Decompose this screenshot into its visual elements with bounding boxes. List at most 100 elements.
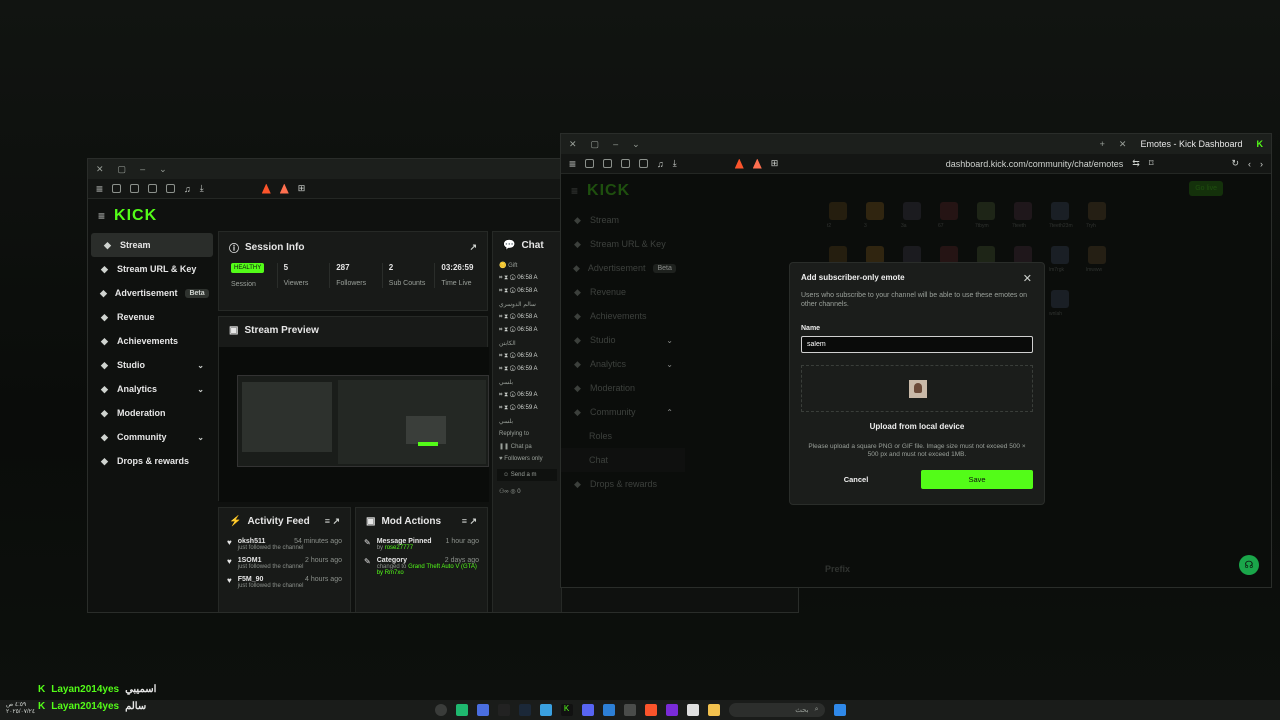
download-icon[interactable]: ⤓: [673, 158, 677, 169]
panel-header: ⓘ Session Info ↗: [219, 232, 487, 263]
new-tab-icon[interactable]: +: [1100, 139, 1105, 149]
wallet-icon[interactable]: ⊞: [298, 183, 306, 194]
external-link-icon[interactable]: ↗: [469, 242, 477, 253]
brave-rewards-icon[interactable]: [734, 158, 744, 169]
hamburger-icon[interactable]: ≡: [98, 209, 106, 223]
sidebar-item-drops-rewards[interactable]: ◆ Drops & rewards: [88, 449, 216, 473]
brave-shield-icon[interactable]: [752, 158, 762, 169]
music-icon[interactable]: ♫: [657, 159, 664, 169]
tiktok-icon[interactable]: [497, 704, 510, 716]
panel-icon[interactable]: [148, 184, 158, 193]
music-icon[interactable]: ♫: [184, 184, 191, 194]
filter-icon[interactable]: ≡ ↗: [325, 516, 340, 527]
chat-message[interactable]: ⌗ ⧗ ⓢ 06:58 A: [493, 285, 561, 298]
sidebar-item-analytics[interactable]: ◆ Analytics ⌄: [88, 377, 216, 401]
brave-shield-icon[interactable]: [279, 183, 289, 194]
app-icon[interactable]: [476, 704, 489, 716]
steam-icon[interactable]: [518, 704, 531, 716]
share-icon[interactable]: ⇆: [1132, 158, 1140, 169]
chat-username[interactable]: سالم الدوسري: [493, 298, 561, 311]
maximize-icon[interactable]: ▢: [118, 164, 127, 175]
chat-input[interactable]: ☺ Send a m: [497, 469, 557, 481]
file-explorer-icon[interactable]: [707, 704, 720, 716]
menu-icon[interactable]: ≡: [96, 182, 103, 196]
chat-message[interactable]: ⌗ ⧗ ⓢ 06:58 A: [493, 311, 561, 324]
kick-app-icon[interactable]: K: [560, 704, 573, 716]
list-item: ♥ oksh511 54 minutes ago just followed the …: [219, 535, 350, 554]
cancel-button[interactable]: Cancel: [801, 470, 911, 489]
sidebar-item-advertisement[interactable]: ◆ Advertisement Beta: [88, 281, 216, 305]
discord-icon[interactable]: [581, 704, 594, 716]
brave-icon[interactable]: [644, 704, 657, 716]
chat-message[interactable]: ⌗ ⧗ ⓢ 06:59 A: [493, 363, 561, 376]
minimize-icon[interactable]: –: [613, 139, 618, 149]
upload-dropzone[interactable]: [801, 365, 1033, 412]
start-icon[interactable]: [833, 704, 846, 716]
sidebar-item-stream[interactable]: ◆ Stream: [91, 233, 213, 257]
app-icon[interactable]: [665, 704, 678, 716]
menu-icon[interactable]: ≡: [569, 157, 576, 171]
sidebar-item-studio[interactable]: ◆ Studio ⌄: [88, 353, 216, 377]
download-icon[interactable]: ⤓: [200, 183, 204, 194]
gift-banner[interactable]: 🪙 Gift: [493, 259, 561, 272]
close-icon[interactable]: ✕: [569, 139, 577, 150]
chat-message[interactable]: ⌗ ⧗ ⓢ 06:58 A: [493, 272, 561, 285]
chat-message[interactable]: ⌗ ⧗ ⓢ 06:59 A: [493, 389, 561, 402]
sidebar-icon[interactable]: [639, 159, 649, 168]
chat-username[interactable]: بلسي: [493, 415, 561, 428]
sidebar-item-stream-url-key[interactable]: ◆ Stream URL & Key: [88, 257, 216, 281]
sidebar-item-label: Revenue: [117, 312, 155, 322]
stream-chat-overlay: K Layan2014yes اسميبي: [38, 684, 156, 695]
app-icon[interactable]: [455, 704, 468, 716]
chevron-down-icon[interactable]: ⌄: [159, 164, 167, 175]
chat-username[interactable]: الكابتن: [493, 337, 561, 350]
app-icon[interactable]: [539, 704, 552, 716]
chat-message[interactable]: ⌗ ⧗ ⓢ 06:59 A: [493, 402, 561, 415]
app-icon[interactable]: [623, 704, 636, 716]
reload-icon[interactable]: ↻: [1231, 158, 1239, 169]
taskbar-search[interactable]: بحث ⌕: [728, 703, 825, 717]
chat-message[interactable]: ⌗ ⧗ ⓢ 06:58 A: [493, 324, 561, 337]
app-icon[interactable]: [602, 704, 615, 716]
wallet-icon[interactable]: ⊞: [771, 158, 779, 169]
panel-title: Activity Feed: [247, 516, 310, 527]
sidebar-icon[interactable]: [166, 184, 176, 193]
pin-icon[interactable]: [603, 159, 613, 168]
app-icon[interactable]: [686, 704, 699, 716]
address-bar[interactable]: dashboard.kick.com/community/chat/emotes: [946, 159, 1124, 169]
sidebar-item-moderation[interactable]: ◆ Moderation: [88, 401, 216, 425]
support-chat-icon[interactable]: ☊: [1239, 555, 1259, 575]
stream-preview-video[interactable]: [219, 347, 489, 502]
kick-logo[interactable]: ≡ KICK: [88, 199, 216, 233]
chat-username[interactable]: بلسي: [493, 376, 561, 389]
shield-icon[interactable]: [585, 159, 595, 168]
close-icon[interactable]: ✕: [1023, 272, 1032, 285]
bookmark-icon[interactable]: ⌑: [1149, 158, 1154, 169]
save-button[interactable]: Save: [921, 470, 1033, 489]
sidebar-item-community[interactable]: ◆ Community ⌄: [88, 425, 216, 449]
chevron-down-icon[interactable]: ⌄: [632, 139, 640, 150]
minimize-icon[interactable]: –: [140, 164, 145, 174]
tab-close-icon[interactable]: ✕: [1119, 139, 1127, 150]
filter-icon[interactable]: ≡ ↗: [462, 516, 477, 527]
forward-icon[interactable]: ›: [1260, 159, 1263, 169]
panel-header: 💬 Chat: [493, 232, 561, 259]
shield-icon[interactable]: [112, 184, 122, 193]
brave-rewards-icon[interactable]: [261, 183, 271, 194]
system-clock[interactable]: ٤:٥٩ ص ٢٠٢٥/٠٧/٢٤: [6, 702, 35, 716]
heart-icon: ♥: [227, 557, 232, 566]
panel-icon[interactable]: [621, 159, 631, 168]
maximize-icon[interactable]: ▢: [591, 139, 600, 150]
back-icon[interactable]: ‹: [1248, 159, 1251, 169]
copilot-icon[interactable]: [434, 704, 447, 716]
chat-message[interactable]: ⌗ ⧗ ⓢ 06:59 A: [493, 350, 561, 363]
item-time: 4 hours ago: [305, 576, 342, 583]
emote-name-input[interactable]: [801, 336, 1033, 353]
upload-button[interactable]: Upload from local device: [801, 422, 1033, 431]
sidebar-item-label: Stream URL & Key: [117, 264, 197, 274]
sidebar-item-achievements[interactable]: ◆ Achievements: [88, 329, 216, 353]
close-icon[interactable]: ✕: [96, 164, 104, 175]
active-tab[interactable]: Emotes - Kick Dashboard: [1140, 139, 1242, 149]
sidebar-item-revenue[interactable]: ◆ Revenue: [88, 305, 216, 329]
pin-icon[interactable]: [130, 184, 140, 193]
